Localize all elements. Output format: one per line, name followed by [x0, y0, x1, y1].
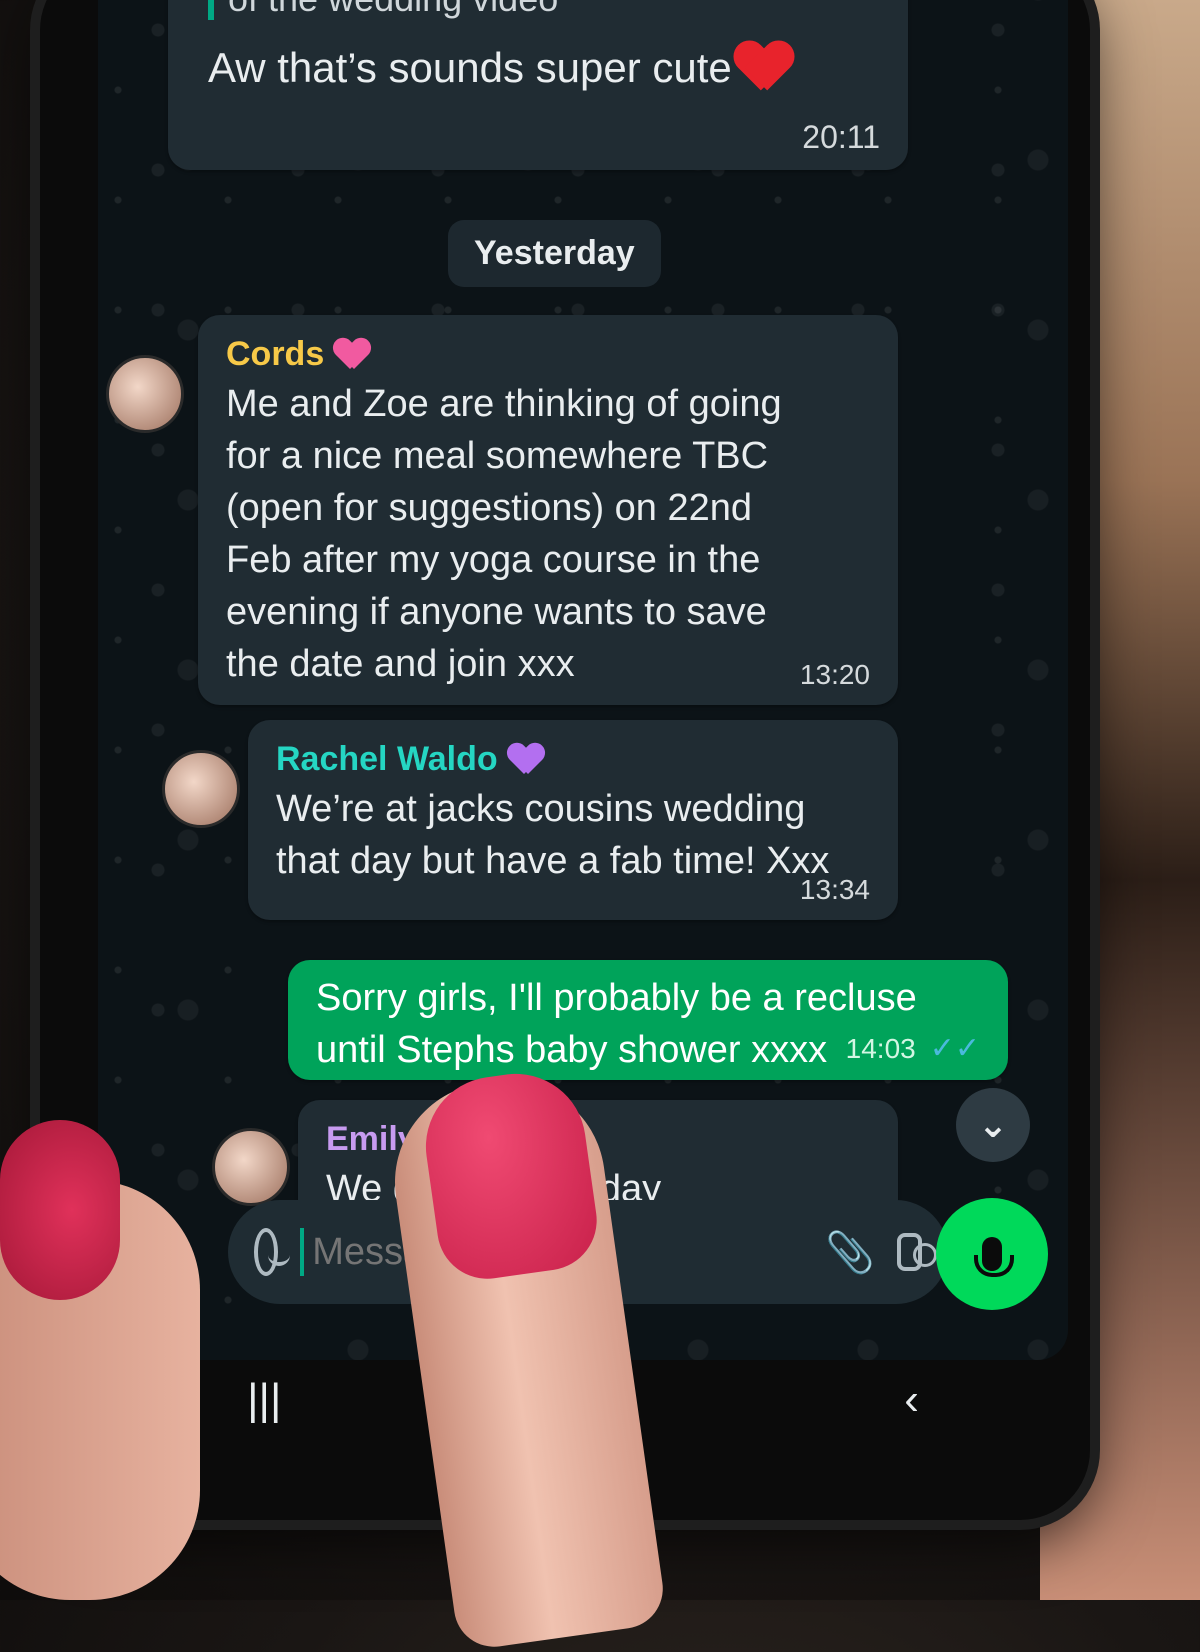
message-bubble-rachel[interactable]: Rachel Waldo We’re at jacks cousins wedd… [248, 720, 898, 920]
sender-name[interactable]: Rachel Waldo [276, 740, 870, 779]
purple-heart-icon [508, 744, 544, 776]
message-text: We’re at jacks cousins wedding that day … [276, 788, 830, 882]
message-text: Aw that’s sounds super cute [208, 42, 880, 94]
avatar-emily[interactable] [212, 1128, 290, 1206]
message-time: 14:03 [845, 1033, 916, 1064]
pink-heart-icon [334, 339, 370, 371]
quoted-text: of the wedding video [208, 0, 880, 20]
double-chevron-down-icon: ⌄ [977, 1104, 1009, 1145]
message-time: 20:11 [802, 119, 880, 155]
left-thumb-nail [0, 1120, 120, 1300]
back-icon[interactable]: ‹ [904, 1375, 919, 1425]
mic-icon [974, 1237, 1014, 1277]
red-heart-icon [735, 42, 793, 93]
message-bubble-sent[interactable]: Sorry girls, I'll probably be a recluse … [288, 960, 1008, 1080]
sender-name[interactable]: Cords [226, 335, 870, 374]
read-ticks-icon: ✓✓ [929, 1032, 980, 1065]
avatar-cords[interactable] [106, 355, 184, 433]
message-time: 13:20 [799, 659, 870, 690]
message-time-row: 14:03 ✓✓ [846, 1031, 980, 1066]
sender-name-text: Rachel Waldo [276, 740, 498, 778]
date-chip: Yesterday [448, 220, 661, 287]
sender-name-text: Cords [226, 335, 325, 373]
message-bubble-top[interactable]: of the wedding video Aw that’s sounds su… [168, 0, 908, 170]
avatar-rachel[interactable] [162, 750, 240, 828]
attach-icon[interactable]: 📎 [825, 1229, 875, 1276]
message-time: 13:34 [799, 874, 870, 905]
voice-message-button[interactable] [936, 1198, 1048, 1310]
camera-icon[interactable] [897, 1233, 937, 1271]
message-bubble-cords[interactable]: Cords Me and Zoe are thinking of going f… [198, 315, 898, 705]
recents-icon[interactable]: ||| [247, 1375, 281, 1425]
message-text: Me and Zoe are thinking of going for a n… [226, 383, 782, 685]
scroll-to-bottom-button[interactable]: ⌄ [956, 1088, 1030, 1162]
emoji-icon[interactable] [254, 1228, 291, 1276]
message-text-content: Aw that’s sounds super cute [208, 44, 732, 91]
